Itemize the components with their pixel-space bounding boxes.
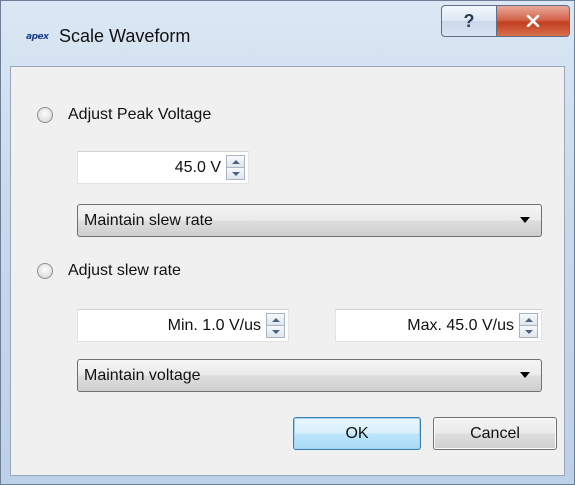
increment-button[interactable] [519,313,538,326]
decrement-button[interactable] [519,326,538,338]
max-slew-stepper[interactable] [519,313,538,338]
increment-button[interactable] [226,155,245,168]
peak-mode-selected: Maintain slew rate [84,212,213,229]
cancel-button[interactable]: Cancel [433,417,557,450]
chevron-down-icon [271,329,280,334]
chevron-down-icon [524,329,533,334]
close-button[interactable] [496,5,570,37]
slew-mode-dropdown[interactable]: Maintain voltage [77,359,542,392]
min-slew-value[interactable]: Min. 1.0 V/us [168,310,261,341]
chevron-down-icon [231,171,240,176]
peak-voltage-option[interactable]: Adjust Peak Voltage [37,106,211,124]
chevron-up-icon [271,317,280,322]
peak-voltage-stepper[interactable] [226,155,245,180]
dropdown-arrow-icon [520,372,530,378]
max-slew-value[interactable]: Max. 45.0 V/us [407,310,514,341]
decrement-button[interactable] [266,326,285,338]
peak-voltage-radio[interactable] [37,107,53,123]
close-icon [526,15,540,27]
dialog-window: apex Scale Waveform ? Adjust Peak Voltag… [0,0,575,485]
peak-voltage-spinbox[interactable]: 45.0 V [77,151,249,184]
title-bar[interactable]: apex Scale Waveform ? [1,1,574,65]
app-logo: apex [26,32,49,42]
help-button[interactable]: ? [441,5,497,37]
increment-button[interactable] [266,313,285,326]
slew-rate-radio[interactable] [37,263,53,279]
chevron-up-icon [524,317,533,322]
slew-rate-option[interactable]: Adjust slew rate [37,262,181,280]
decrement-button[interactable] [226,168,245,180]
max-slew-spinbox[interactable]: Max. 45.0 V/us [335,309,542,342]
window-title: Scale Waveform [59,26,191,46]
slew-mode-selected: Maintain voltage [84,367,201,384]
peak-mode-dropdown[interactable]: Maintain slew rate [77,204,542,237]
dropdown-arrow-icon [520,217,530,223]
dialog-content: Adjust Peak Voltage 45.0 V Maintain slew… [10,66,565,476]
ok-button[interactable]: OK [293,417,421,450]
min-slew-spinbox[interactable]: Min. 1.0 V/us [77,309,289,342]
peak-voltage-value[interactable]: 45.0 V [175,152,221,183]
help-icon: ? [463,10,475,31]
min-slew-stepper[interactable] [266,313,285,338]
slew-rate-label[interactable]: Adjust slew rate [68,262,181,280]
peak-voltage-label[interactable]: Adjust Peak Voltage [68,106,211,124]
chevron-up-icon [231,159,240,164]
